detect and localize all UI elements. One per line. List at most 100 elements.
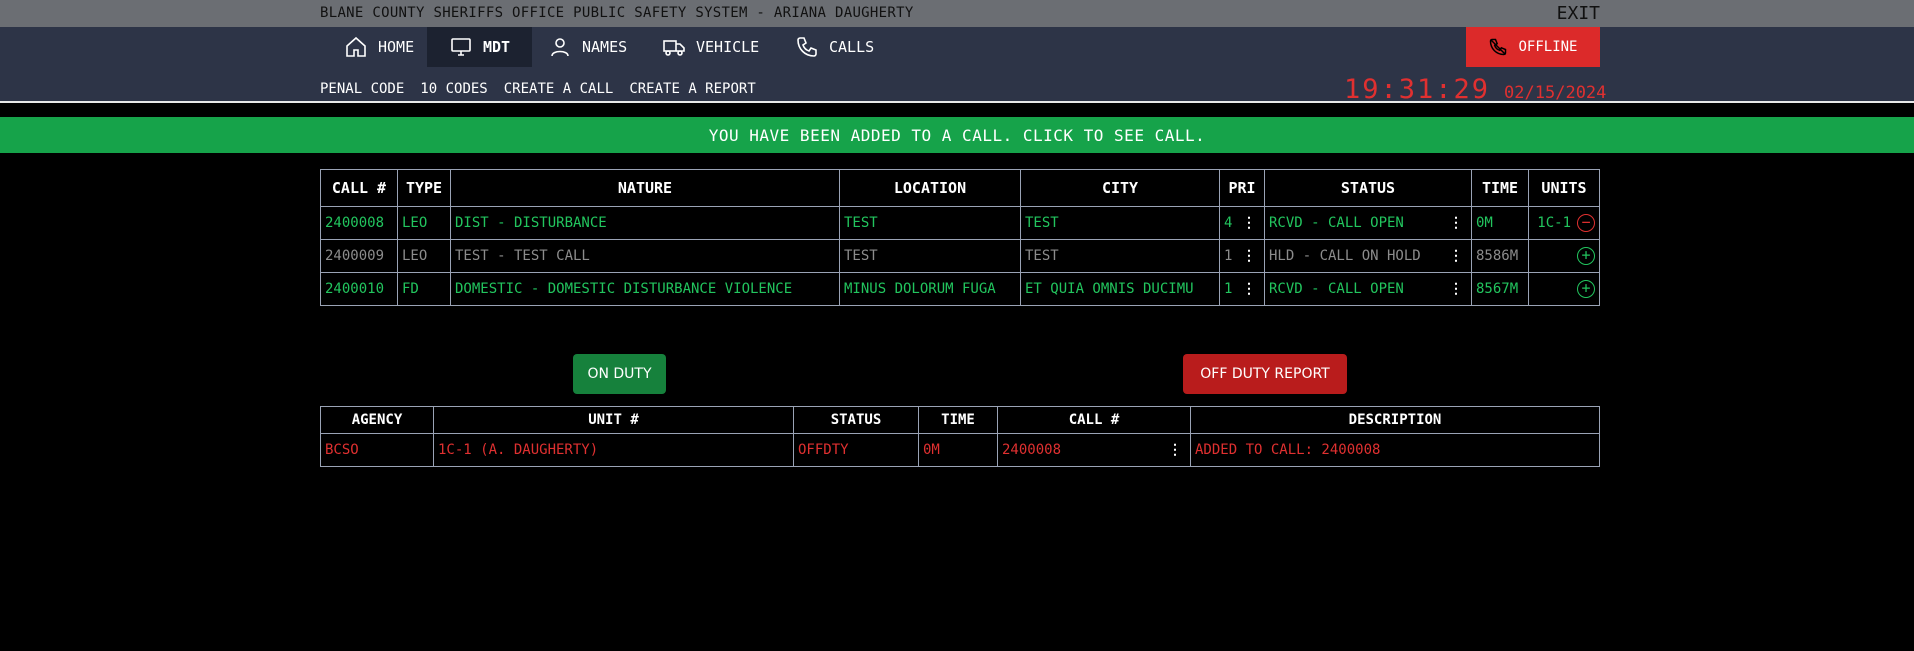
call-units-cell: 1C-1− [1528,206,1600,240]
call-time: 0M [1471,206,1529,240]
call-nature: TEST - TEST CALL [450,239,840,273]
call-nature: DOMESTIC - DOMESTIC DISTURBANCE VIOLENCE [450,272,840,306]
call-priority-cell: 1 ⋮ [1219,272,1265,306]
priority-menu-icon[interactable]: ⋮ [1242,281,1260,297]
call-status: RCVD - CALL OPEN [1269,215,1404,231]
call-location: TEST [839,239,1021,273]
status-menu-icon[interactable]: ⋮ [1449,281,1467,297]
add-unit-icon[interactable]: + [1577,247,1595,265]
status-menu-icon[interactable]: ⋮ [1449,248,1467,264]
clock-date: 02/15/2024 [1504,83,1607,103]
tab-names-label: NAMES [582,38,628,56]
call-city: TEST [1020,239,1220,273]
call-type: LEO [397,239,451,273]
priority-menu-icon[interactable]: ⋮ [1242,215,1260,231]
call-time: 8567M [1471,272,1529,306]
col-time: TIME [1471,169,1529,207]
tab-vehicle-label: VEHICLE [696,38,760,56]
priority-menu-icon[interactable]: ⋮ [1242,248,1260,264]
table-row[interactable]: BCSO 1C-1 (A. DAUGHERTY) OFFDTY 0M 24000… [320,433,1600,467]
call-number: 2400009 [320,239,398,273]
table-row[interactable]: 2400009 LEO TEST - TEST CALL TEST TEST 1… [320,239,1600,273]
penal-code-link[interactable]: PENAL CODE [320,81,404,97]
col-call-number: CALL # [320,169,398,207]
call-city: ET QUIA OMNIS DUCIMU [1020,272,1220,306]
unit-agency: BCSO [320,433,434,467]
offline-label: OFFLINE [1518,39,1578,55]
calls-header-row: CALL # TYPE NATURE LOCATION CITY PRI STA… [320,169,1600,207]
call-priority: 4 [1224,215,1233,231]
truck-icon [663,40,685,56]
col-type: TYPE [397,169,451,207]
tab-calls[interactable]: CALLS [773,27,896,67]
call-units-cell: + [1528,239,1600,273]
units-header-row: AGENCY UNIT # STATUS TIME CALL # DESCRIP… [320,406,1600,434]
col-units: UNITS [1528,169,1600,207]
call-type: FD [397,272,451,306]
col-city: CITY [1020,169,1220,207]
call-status: RCVD - CALL OPEN [1269,281,1404,297]
person-icon [551,38,569,57]
call-priority: 1 [1224,281,1233,297]
tab-mdt[interactable]: MDT [427,27,533,67]
tab-names[interactable]: NAMES [526,27,649,67]
call-number: 2400008 [320,206,398,240]
call-priority: 1 [1224,248,1233,264]
offline-button[interactable]: OFFLINE [1466,27,1600,67]
col-agency: AGENCY [320,406,434,434]
off-duty-report-button[interactable]: OFF DUTY REPORT [1183,354,1347,394]
call-notification-banner[interactable]: YOU HAVE BEEN ADDED TO A CALL. CLICK TO … [0,117,1914,153]
app-title: BLANE COUNTY SHERIFFS OFFICE PUBLIC SAFE… [320,5,914,21]
table-row[interactable]: 2400010 FD DOMESTIC - DOMESTIC DISTURBAN… [320,272,1600,306]
col-status: STATUS [1264,169,1472,207]
call-location: MINUS DOLORUM FUGA [839,272,1021,306]
title-bar: BLANE COUNTY SHERIFFS OFFICE PUBLIC SAFE… [0,0,1914,27]
monitor-icon [451,38,471,56]
ten-codes-link[interactable]: 10 CODES [420,81,487,97]
call-number: 2400010 [320,272,398,306]
call-type: LEO [397,206,451,240]
call-priority-cell: 1 ⋮ [1219,239,1265,273]
unit-call-menu-icon[interactable]: ⋮ [1168,442,1186,458]
table-row[interactable]: 2400008 LEO DIST - DISTURBANCE TEST TEST… [320,206,1600,240]
call-location: TEST [839,206,1021,240]
call-status-cell: HLD - CALL ON HOLD ⋮ [1264,239,1472,273]
remove-unit-icon[interactable]: − [1577,214,1595,232]
add-unit-icon[interactable]: + [1577,280,1595,298]
nav-bar: HOME MDT NAMES VEHICLE CALLS OFFLINE PEN… [0,27,1914,105]
call-nature: DIST - DISTURBANCE [450,206,840,240]
col-description: DESCRIPTION [1190,406,1600,434]
call-time: 8586M [1471,239,1529,273]
tab-vehicle[interactable]: VEHICLE [640,27,781,67]
unit-number: 1C-1 (A. DAUGHERTY) [433,433,794,467]
col-unit-status: STATUS [793,406,919,434]
units-table: AGENCY UNIT # STATUS TIME CALL # DESCRIP… [320,406,1600,467]
col-unit-number: UNIT # [433,406,794,434]
call-status-cell: RCVD - CALL OPEN ⋮ [1264,272,1472,306]
create-report-link[interactable]: CREATE A REPORT [629,81,755,97]
calls-table: CALL # TYPE NATURE LOCATION CITY PRI STA… [320,169,1600,306]
tab-calls-label: CALLS [829,38,875,56]
unit-call-cell: 2400008 ⋮ [997,433,1191,467]
unit-time: 0M [918,433,998,467]
on-duty-button[interactable]: ON DUTY [573,354,666,394]
call-unit: 1C-1 [1537,215,1571,231]
col-location: LOCATION [839,169,1021,207]
exit-button[interactable]: EXIT [1557,3,1600,24]
phone-off-icon [1490,38,1507,56]
unit-status: OFFDTY [793,433,919,467]
phone-icon [797,37,817,57]
col-nature: NATURE [450,169,840,207]
col-priority: PRI [1219,169,1265,207]
divider [0,101,1914,103]
call-status: HLD - CALL ON HOLD [1269,248,1421,264]
home-icon [346,36,366,57]
col-unit-call: CALL # [997,406,1191,434]
call-city: TEST [1020,206,1220,240]
col-unit-time: TIME [918,406,998,434]
tab-home[interactable]: HOME [322,27,436,67]
unit-description: ADDED TO CALL: 2400008 [1190,433,1600,467]
unit-call: 2400008 [1002,442,1062,458]
status-menu-icon[interactable]: ⋮ [1449,215,1467,231]
create-call-link[interactable]: CREATE A CALL [504,81,614,97]
